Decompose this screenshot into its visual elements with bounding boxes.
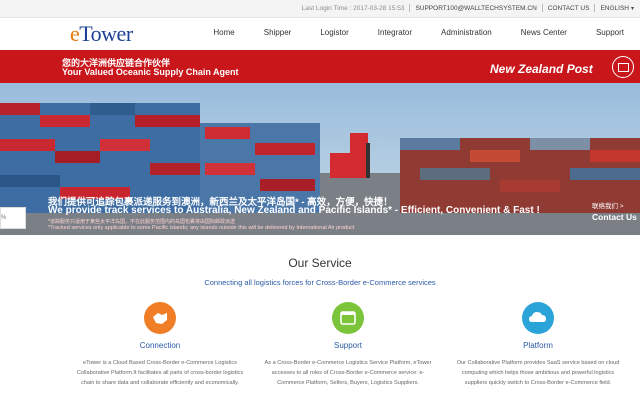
divider xyxy=(409,4,411,12)
main-navigation: eTower Home Shipper Logistor Integrator … xyxy=(0,18,640,48)
service-name: Platform xyxy=(523,341,553,350)
language-label: ENGLISH xyxy=(600,4,629,12)
top-utility-bar: Last Login Time : 2017-03-28 15:53 SUPPO… xyxy=(0,0,640,18)
nav-item-administration[interactable]: Administration xyxy=(441,28,492,37)
new-zealand-post-logo: New Zealand Post xyxy=(490,62,593,76)
service-description: eTower is a Cloud Based Cross-Border e-C… xyxy=(76,360,244,386)
nav-item-news-center[interactable]: News Center xyxy=(521,28,567,37)
handshake-icon xyxy=(144,302,176,334)
service-platform: Platform Our Collaborative Platform prov… xyxy=(450,302,626,388)
divider xyxy=(594,4,596,12)
nav-label: Administration xyxy=(441,28,492,37)
tracking-input[interactable]: % xyxy=(0,207,26,229)
envelope-icon xyxy=(612,56,634,78)
nav-label: Shipper xyxy=(263,28,292,37)
service-name: Connection xyxy=(139,341,181,350)
cloud-icon xyxy=(522,302,554,334)
footnote-en: *Tracked services only applicable to som… xyxy=(48,225,355,231)
our-service-title: Our Service xyxy=(288,256,352,270)
nav-item-logistor[interactable]: Logistor xyxy=(320,28,348,37)
divider xyxy=(541,4,543,12)
chevron-down-icon: ▾ xyxy=(630,5,634,12)
nav-menu: Home Shipper Logistor Integrator Adminis… xyxy=(184,28,624,37)
nav-label: Logistor xyxy=(320,28,349,37)
service-connection: Connection eTower is a Cloud Based Cross… xyxy=(72,302,248,388)
tagline-en: We provide track services to Australia, … xyxy=(48,205,540,216)
logo-tower: Tower xyxy=(79,21,133,46)
language-selector[interactable]: ENGLISH ▾ xyxy=(600,5,634,12)
footnote-cn: *追踪服务只适用于某些太平洋岛国，不在此服务范围内的岛国包裹将由国际邮政派送 xyxy=(48,219,235,225)
contact-label-cn: 联络我们 > xyxy=(592,203,624,210)
etower-logo[interactable]: eTower xyxy=(70,21,133,47)
user-email-link[interactable]: SUPPORT100@WALLTECHSYSTEM.CN xyxy=(415,5,536,12)
contact-us-link[interactable]: CONTACT US xyxy=(548,5,590,12)
nav-label: News Center xyxy=(520,28,567,37)
logo-e: e xyxy=(70,21,80,46)
nav-item-support[interactable]: Support xyxy=(596,28,624,37)
nav-item-integrator[interactable]: Integrator xyxy=(378,28,412,37)
service-support: Support As a Cross-Border e-Commerce Log… xyxy=(260,302,436,388)
nav-item-home[interactable]: Home xyxy=(213,28,234,37)
our-service-subtitle: Connecting all logistics forces for Cros… xyxy=(204,278,436,287)
last-login-time: Last Login Time : 2017-03-28 15:53 xyxy=(301,4,405,12)
window-icon xyxy=(332,302,364,334)
service-name: Support xyxy=(333,341,363,350)
contact-us-button[interactable]: 联络我们 > Contact Us xyxy=(582,200,640,226)
forklift xyxy=(330,133,370,178)
nav-item-shipper[interactable]: Shipper xyxy=(264,28,292,37)
contact-label-en: Contact Us xyxy=(592,212,637,222)
service-description: As a Cross-Border e-Commerce Logistics S… xyxy=(264,360,432,386)
nav-label: Integrator xyxy=(377,28,413,37)
service-description: Our Collaborative Platform provides SaaS… xyxy=(456,360,620,386)
banner-heading-en: Your Valued Oceanic Supply Chain Agent xyxy=(62,67,239,77)
nav-label: Support xyxy=(595,28,624,37)
